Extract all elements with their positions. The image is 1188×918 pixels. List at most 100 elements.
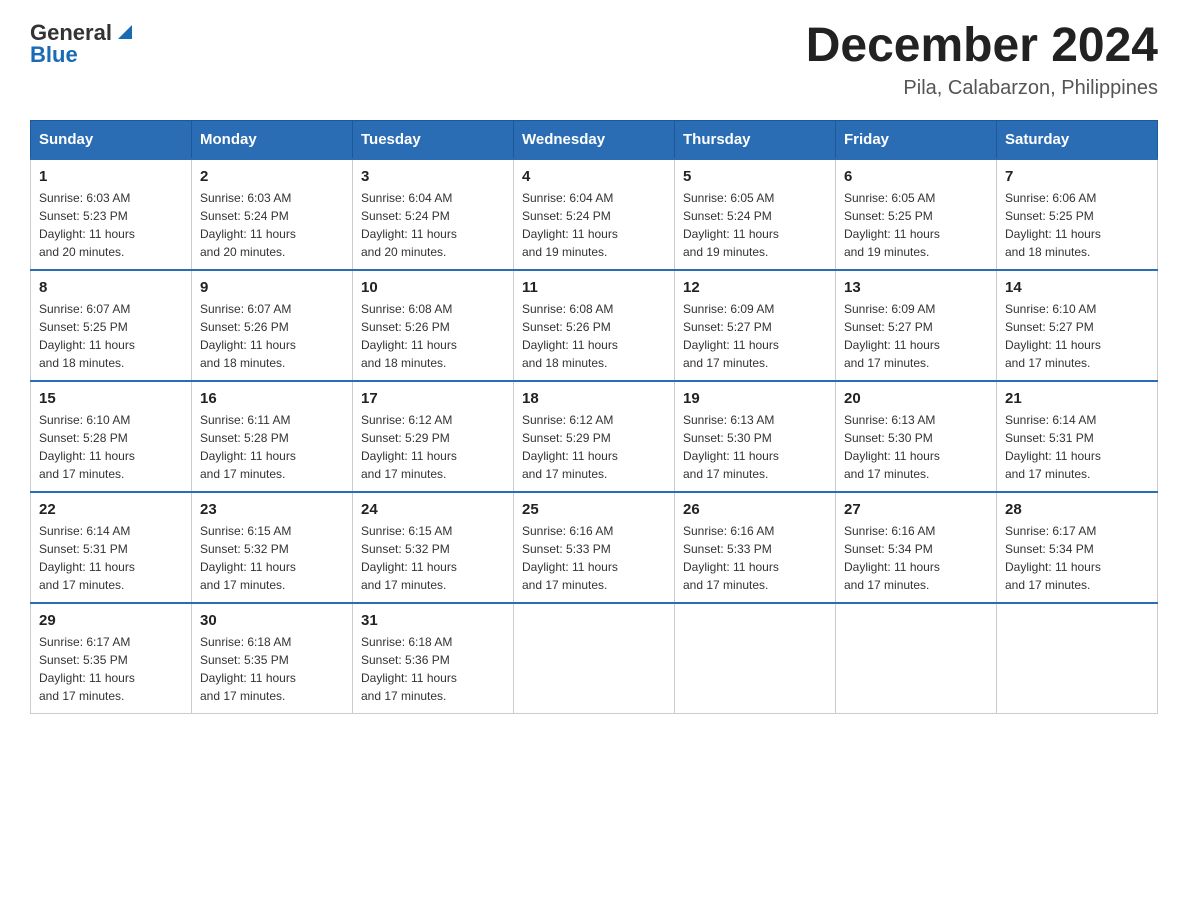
day-number: 25 <box>522 501 666 518</box>
day-info: Sunrise: 6:05 AMSunset: 5:24 PMDaylight:… <box>683 189 827 261</box>
table-row: 1 Sunrise: 6:03 AMSunset: 5:23 PMDayligh… <box>31 159 192 270</box>
day-info: Sunrise: 6:13 AMSunset: 5:30 PMDaylight:… <box>683 411 827 483</box>
day-info: Sunrise: 6:16 AMSunset: 5:34 PMDaylight:… <box>844 522 988 594</box>
location-subtitle: Pila, Calabarzon, Philippines <box>806 77 1158 100</box>
day-info: Sunrise: 6:10 AMSunset: 5:27 PMDaylight:… <box>1005 300 1149 372</box>
col-sunday: Sunday <box>31 120 192 159</box>
table-row: 26 Sunrise: 6:16 AMSunset: 5:33 PMDaylig… <box>675 492 836 603</box>
day-number: 7 <box>1005 168 1149 185</box>
table-row: 18 Sunrise: 6:12 AMSunset: 5:29 PMDaylig… <box>514 381 675 492</box>
col-wednesday: Wednesday <box>514 120 675 159</box>
day-info: Sunrise: 6:04 AMSunset: 5:24 PMDaylight:… <box>361 189 505 261</box>
table-row: 16 Sunrise: 6:11 AMSunset: 5:28 PMDaylig… <box>192 381 353 492</box>
month-title: December 2024 <box>806 20 1158 73</box>
day-number: 6 <box>844 168 988 185</box>
day-info: Sunrise: 6:13 AMSunset: 5:30 PMDaylight:… <box>844 411 988 483</box>
table-row: 8 Sunrise: 6:07 AMSunset: 5:25 PMDayligh… <box>31 270 192 381</box>
calendar-table: Sunday Monday Tuesday Wednesday Thursday… <box>30 120 1158 714</box>
day-info: Sunrise: 6:03 AMSunset: 5:24 PMDaylight:… <box>200 189 344 261</box>
day-info: Sunrise: 6:14 AMSunset: 5:31 PMDaylight:… <box>39 522 183 594</box>
page-header: General Blue December 2024 Pila, Calabar… <box>30 20 1158 100</box>
day-number: 29 <box>39 612 183 629</box>
table-row: 27 Sunrise: 6:16 AMSunset: 5:34 PMDaylig… <box>836 492 997 603</box>
day-info: Sunrise: 6:12 AMSunset: 5:29 PMDaylight:… <box>361 411 505 483</box>
table-row: 7 Sunrise: 6:06 AMSunset: 5:25 PMDayligh… <box>997 159 1158 270</box>
table-row: 12 Sunrise: 6:09 AMSunset: 5:27 PMDaylig… <box>675 270 836 381</box>
table-row: 29 Sunrise: 6:17 AMSunset: 5:35 PMDaylig… <box>31 603 192 714</box>
day-info: Sunrise: 6:10 AMSunset: 5:28 PMDaylight:… <box>39 411 183 483</box>
table-row: 24 Sunrise: 6:15 AMSunset: 5:32 PMDaylig… <box>353 492 514 603</box>
table-row: 25 Sunrise: 6:16 AMSunset: 5:33 PMDaylig… <box>514 492 675 603</box>
day-number: 8 <box>39 279 183 296</box>
day-info: Sunrise: 6:17 AMSunset: 5:34 PMDaylight:… <box>1005 522 1149 594</box>
logo: General Blue <box>30 20 136 68</box>
table-row: 22 Sunrise: 6:14 AMSunset: 5:31 PMDaylig… <box>31 492 192 603</box>
table-row <box>514 603 675 714</box>
week-row-3: 15 Sunrise: 6:10 AMSunset: 5:28 PMDaylig… <box>31 381 1158 492</box>
day-info: Sunrise: 6:18 AMSunset: 5:36 PMDaylight:… <box>361 633 505 705</box>
title-area: December 2024 Pila, Calabarzon, Philippi… <box>806 20 1158 100</box>
col-thursday: Thursday <box>675 120 836 159</box>
day-number: 15 <box>39 390 183 407</box>
day-number: 21 <box>1005 390 1149 407</box>
day-info: Sunrise: 6:17 AMSunset: 5:35 PMDaylight:… <box>39 633 183 705</box>
table-row: 13 Sunrise: 6:09 AMSunset: 5:27 PMDaylig… <box>836 270 997 381</box>
day-info: Sunrise: 6:16 AMSunset: 5:33 PMDaylight:… <box>683 522 827 594</box>
day-number: 11 <box>522 279 666 296</box>
table-row: 23 Sunrise: 6:15 AMSunset: 5:32 PMDaylig… <box>192 492 353 603</box>
day-info: Sunrise: 6:08 AMSunset: 5:26 PMDaylight:… <box>361 300 505 372</box>
table-row <box>836 603 997 714</box>
week-row-4: 22 Sunrise: 6:14 AMSunset: 5:31 PMDaylig… <box>31 492 1158 603</box>
day-number: 2 <box>200 168 344 185</box>
day-number: 23 <box>200 501 344 518</box>
table-row: 17 Sunrise: 6:12 AMSunset: 5:29 PMDaylig… <box>353 381 514 492</box>
table-row: 15 Sunrise: 6:10 AMSunset: 5:28 PMDaylig… <box>31 381 192 492</box>
day-number: 10 <box>361 279 505 296</box>
table-row: 6 Sunrise: 6:05 AMSunset: 5:25 PMDayligh… <box>836 159 997 270</box>
day-info: Sunrise: 6:18 AMSunset: 5:35 PMDaylight:… <box>200 633 344 705</box>
table-row: 20 Sunrise: 6:13 AMSunset: 5:30 PMDaylig… <box>836 381 997 492</box>
col-saturday: Saturday <box>997 120 1158 159</box>
week-row-2: 8 Sunrise: 6:07 AMSunset: 5:25 PMDayligh… <box>31 270 1158 381</box>
day-number: 1 <box>39 168 183 185</box>
table-row <box>675 603 836 714</box>
table-row: 14 Sunrise: 6:10 AMSunset: 5:27 PMDaylig… <box>997 270 1158 381</box>
logo-blue: Blue <box>30 42 78 68</box>
day-info: Sunrise: 6:15 AMSunset: 5:32 PMDaylight:… <box>361 522 505 594</box>
day-number: 13 <box>844 279 988 296</box>
table-row: 10 Sunrise: 6:08 AMSunset: 5:26 PMDaylig… <box>353 270 514 381</box>
day-info: Sunrise: 6:06 AMSunset: 5:25 PMDaylight:… <box>1005 189 1149 261</box>
table-row: 9 Sunrise: 6:07 AMSunset: 5:26 PMDayligh… <box>192 270 353 381</box>
table-row: 3 Sunrise: 6:04 AMSunset: 5:24 PMDayligh… <box>353 159 514 270</box>
day-number: 5 <box>683 168 827 185</box>
day-number: 30 <box>200 612 344 629</box>
table-row: 28 Sunrise: 6:17 AMSunset: 5:34 PMDaylig… <box>997 492 1158 603</box>
day-number: 27 <box>844 501 988 518</box>
day-number: 17 <box>361 390 505 407</box>
day-info: Sunrise: 6:14 AMSunset: 5:31 PMDaylight:… <box>1005 411 1149 483</box>
table-row: 5 Sunrise: 6:05 AMSunset: 5:24 PMDayligh… <box>675 159 836 270</box>
day-info: Sunrise: 6:09 AMSunset: 5:27 PMDaylight:… <box>683 300 827 372</box>
day-number: 14 <box>1005 279 1149 296</box>
day-info: Sunrise: 6:09 AMSunset: 5:27 PMDaylight:… <box>844 300 988 372</box>
day-number: 18 <box>522 390 666 407</box>
col-friday: Friday <box>836 120 997 159</box>
day-number: 22 <box>39 501 183 518</box>
day-info: Sunrise: 6:15 AMSunset: 5:32 PMDaylight:… <box>200 522 344 594</box>
day-info: Sunrise: 6:16 AMSunset: 5:33 PMDaylight:… <box>522 522 666 594</box>
day-number: 16 <box>200 390 344 407</box>
table-row: 11 Sunrise: 6:08 AMSunset: 5:26 PMDaylig… <box>514 270 675 381</box>
table-row: 21 Sunrise: 6:14 AMSunset: 5:31 PMDaylig… <box>997 381 1158 492</box>
table-row: 4 Sunrise: 6:04 AMSunset: 5:24 PMDayligh… <box>514 159 675 270</box>
day-number: 3 <box>361 168 505 185</box>
col-monday: Monday <box>192 120 353 159</box>
table-row: 30 Sunrise: 6:18 AMSunset: 5:35 PMDaylig… <box>192 603 353 714</box>
weekday-header-row: Sunday Monday Tuesday Wednesday Thursday… <box>31 120 1158 159</box>
table-row <box>997 603 1158 714</box>
day-info: Sunrise: 6:07 AMSunset: 5:26 PMDaylight:… <box>200 300 344 372</box>
day-number: 9 <box>200 279 344 296</box>
day-info: Sunrise: 6:05 AMSunset: 5:25 PMDaylight:… <box>844 189 988 261</box>
day-number: 12 <box>683 279 827 296</box>
day-info: Sunrise: 6:11 AMSunset: 5:28 PMDaylight:… <box>200 411 344 483</box>
col-tuesday: Tuesday <box>353 120 514 159</box>
